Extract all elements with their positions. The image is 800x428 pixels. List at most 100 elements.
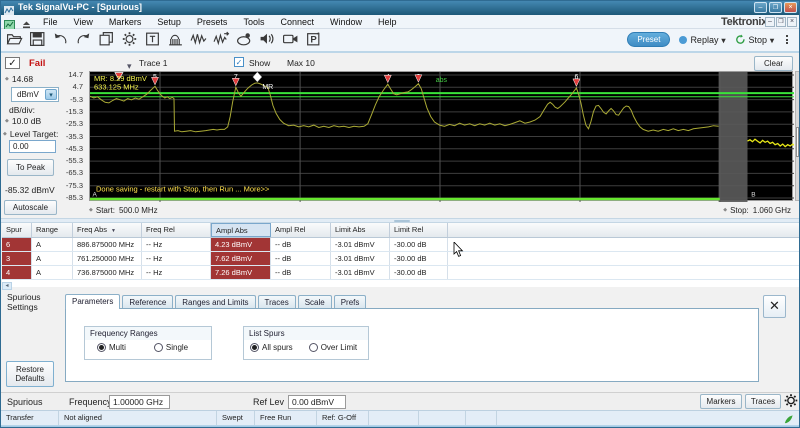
mdi-restore-icon[interactable] — [776, 17, 786, 27]
spectrum-icon[interactable] — [167, 31, 184, 48]
y-axis-tick: 14.7 — [68, 70, 83, 79]
menu-view[interactable]: View — [66, 17, 101, 27]
undo-icon[interactable] — [52, 31, 69, 48]
column-header-freq_rel[interactable]: Freq Rel — [142, 223, 211, 237]
column-header-range[interactable]: Range — [32, 223, 73, 237]
settings-close-icon[interactable] — [763, 295, 786, 318]
minimize-icon[interactable] — [754, 2, 767, 13]
autoscale-button[interactable]: Autoscale — [4, 200, 57, 215]
passfail-checkbox[interactable] — [5, 57, 20, 69]
trace-function-value[interactable]: Max 10 — [287, 58, 315, 68]
clear-button[interactable]: Clear — [754, 56, 793, 71]
menu-file[interactable]: File — [35, 17, 66, 27]
sort-desc-icon — [107, 225, 116, 234]
column-header-limit_abs[interactable]: Limit Abs — [331, 223, 390, 237]
camera-icon[interactable] — [282, 31, 299, 48]
redo-icon[interactable] — [75, 31, 92, 48]
tab-prefs[interactable]: Prefs — [333, 295, 367, 309]
splitter-grip[interactable] — [394, 220, 410, 222]
radio-single[interactable] — [153, 343, 163, 352]
waveform-icon[interactable] — [190, 31, 207, 48]
settings-gear-icon[interactable] — [121, 31, 138, 48]
radio-over-limit-label: Over Limit — [320, 343, 358, 352]
radio-over-limit[interactable] — [308, 343, 318, 352]
mdi-close-icon[interactable] — [787, 17, 797, 27]
menu-bar: File View Markers Setup Presets Tools Connect W… — [1, 15, 799, 30]
spur-row[interactable]: 3 A 761.250000 MHz -- Hz 7.62 dBmV -- dB -3.01… — [2, 252, 799, 266]
ref-lev-input[interactable] — [288, 395, 346, 409]
column-header-limit_rel[interactable]: Limit Rel — [390, 223, 448, 237]
to-peak-button[interactable]: To Peak — [7, 159, 54, 176]
start-frequency[interactable]: Start:500.0 MHz — [89, 206, 158, 215]
menu-tools[interactable]: Tools — [235, 17, 272, 27]
frequency-input[interactable] — [109, 395, 170, 409]
preset-p-icon[interactable]: P * — [305, 30, 322, 48]
menu-markers[interactable]: Markers — [101, 17, 150, 27]
chevron-down-icon[interactable] — [721, 35, 725, 45]
fail-status-badge: Fail — [29, 58, 46, 69]
replay-button[interactable]: Replay — [679, 35, 725, 45]
more-options-icon[interactable] — [783, 33, 791, 47]
skip-band — [718, 72, 748, 202]
status-cell-1: Not aligned — [59, 411, 217, 425]
copy-icon[interactable] — [98, 31, 115, 48]
eject-icon[interactable] — [21, 17, 32, 29]
speaker-icon[interactable] — [259, 31, 276, 48]
open-icon[interactable] — [6, 31, 23, 48]
ref-level-value[interactable]: 14.68 — [5, 74, 33, 84]
db-div-value[interactable]: 10.0 dB — [5, 116, 41, 126]
mdi-minimize-icon[interactable] — [765, 17, 775, 27]
markers-button[interactable]: Markers — [700, 394, 742, 409]
chevron-down-icon[interactable] — [770, 35, 774, 45]
column-header-freq_abs[interactable]: Freq Abs — [73, 223, 142, 237]
menu-connect[interactable]: Connect — [272, 17, 322, 27]
menu-help[interactable]: Help — [370, 17, 405, 27]
y-axis-tick: -55.3 — [65, 156, 83, 166]
tektronix-logo: Tektronix — [721, 16, 767, 28]
unit-value: dBmV — [17, 90, 39, 99]
column-header-ampl_rel[interactable]: Ampl Rel — [271, 223, 331, 237]
radio-multi-label: Multi — [109, 343, 126, 352]
scrollbar-thumb[interactable] — [796, 127, 799, 157]
stop-run-icon — [736, 34, 746, 44]
show-trace-checkbox[interactable] — [234, 57, 244, 67]
trace-selector[interactable]: Trace 1 — [139, 58, 168, 68]
trackball-icon[interactable] — [236, 31, 253, 48]
spur-row[interactable]: 4 A 736.875000 MHz -- Hz 7.26 dBmV -- dB -3.01… — [2, 266, 799, 280]
cell-limit_abs: -3.01 dBmV — [331, 252, 390, 265]
restore-icon[interactable] — [769, 2, 782, 13]
tab-ranges-and-limits[interactable]: Ranges and Limits — [175, 295, 256, 309]
save-icon[interactable] — [29, 31, 46, 48]
traces-button[interactable]: Traces — [745, 394, 781, 409]
waveform-arrow-icon[interactable] — [213, 31, 230, 48]
tab-parameters[interactable]: Parameters — [65, 294, 121, 309]
trace-b — [747, 138, 794, 148]
tab-reference[interactable]: Reference — [122, 295, 174, 309]
close-icon[interactable] — [784, 2, 797, 13]
stop-frequency[interactable]: Stop:1.060 GHz — [723, 206, 791, 215]
tab-traces[interactable]: Traces — [257, 295, 296, 309]
radio-all-spurs[interactable] — [250, 343, 259, 352]
status-cell-3: Free Run — [255, 411, 317, 425]
menu-window[interactable]: Window — [322, 17, 370, 27]
y-axis-tick: -75.3 — [65, 180, 83, 190]
level-target-input[interactable] — [9, 140, 56, 153]
tab-scale[interactable]: Scale — [297, 295, 332, 309]
restore-defaults-button[interactable]: Restore Defaults — [6, 361, 54, 387]
stop-button[interactable]: Stop — [734, 34, 774, 45]
settings-gear-icon[interactable] — [783, 393, 799, 409]
preset-button[interactable]: Preset — [627, 32, 671, 47]
limit-label: abs — [436, 77, 448, 84]
menu-presets[interactable]: Presets — [189, 17, 236, 27]
radio-multi[interactable] — [97, 343, 106, 352]
menu-setup[interactable]: Setup — [149, 17, 189, 27]
column-header-ampl_abs[interactable]: Ampl Abs — [211, 223, 271, 237]
cell-freq_abs: 761.250000 MHz — [73, 252, 142, 265]
plot-scrollbar[interactable] — [795, 71, 799, 201]
title-bar[interactable]: Tek SignalVu-PC - [Spurious] — [1, 1, 799, 16]
column-header-spur[interactable]: Spur — [2, 223, 32, 237]
spectrum-plot[interactable]: 57436MRMR: 8.29 dBmV633.125 MHzabsDone s… — [89, 71, 794, 202]
text-marker-icon[interactable] — [144, 31, 161, 48]
spur-row[interactable]: 6 A 886.875000 MHz -- Hz 4.23 dBmV -- dB -3.01… — [2, 238, 799, 252]
table-scroll-left-icon[interactable] — [2, 282, 12, 290]
